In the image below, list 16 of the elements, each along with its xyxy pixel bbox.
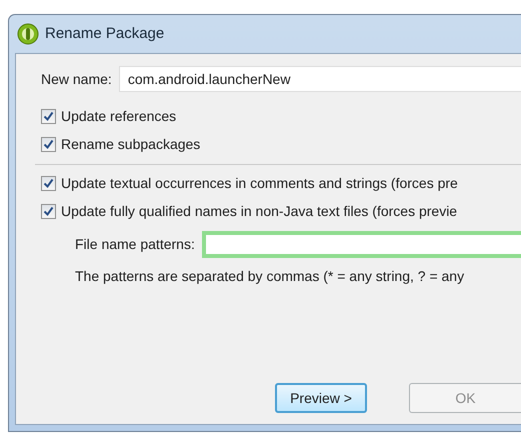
- patterns-hint: The patterns are separated by commas (* = any string, ? = any: [75, 267, 466, 286]
- checkbox[interactable]: [41, 176, 56, 190]
- new-name-label: New name:: [41, 70, 112, 88]
- checkbox[interactable]: [41, 108, 56, 124]
- checkbox-label[interactable]: Update fully qualified names in non-Java text files (forces previe: [61, 200, 458, 222]
- checkbox[interactable]: [41, 136, 56, 152]
- checkbox-label[interactable]: Update references: [61, 106, 176, 126]
- checkbox-label[interactable]: Update textual occurrences in comments and strings (forces pre: [61, 172, 458, 194]
- file-patterns-label: File name patterns:: [75, 235, 195, 254]
- checkbox[interactable]: [41, 204, 56, 218]
- file-patterns-field[interactable]: [202, 231, 521, 258]
- window-title: Rename Package: [45, 24, 164, 44]
- android-icon: [17, 23, 39, 45]
- new-name-field[interactable]: com.android.launcherNew: [118, 66, 521, 92]
- preview-button[interactable]: Preview >: [275, 383, 367, 413]
- checkbox-label[interactable]: Rename subpackages: [61, 134, 200, 154]
